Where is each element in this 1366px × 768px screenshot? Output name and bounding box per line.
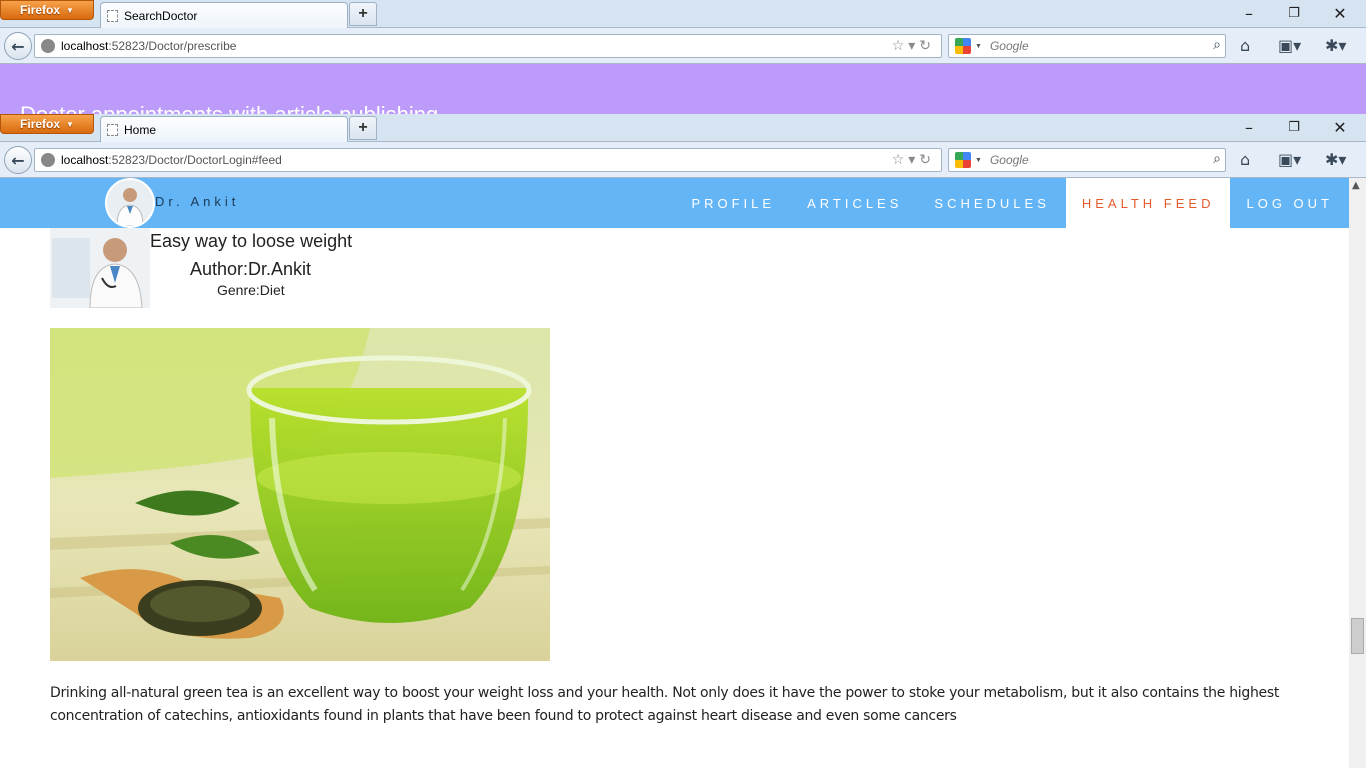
main-nav: PROFILE ARTICLES SCHEDULES HEALTH FEED L… [675,178,1349,228]
search-icon[interactable]: ⌕ [1213,151,1221,167]
scroll-up-icon[interactable]: ▲ [1352,180,1360,191]
url-path: :52823/Doctor/prescribe [108,39,237,53]
restore-icon[interactable]: ❐ [1284,120,1304,135]
nav-profile[interactable]: PROFILE [675,178,791,228]
firefox-menu-button[interactable]: Firefox ▼ [0,0,94,20]
firefox-menu-button[interactable]: Firefox ▼ [0,114,94,134]
tab-strip: Firefox ▼ SearchDoctor + – ❐ ✕ [0,0,1366,29]
bookmarks-icon[interactable]: ▣▾ [1278,150,1301,169]
arrow-left-icon: ← [11,150,25,170]
chevron-down-icon[interactable]: ▼ [975,157,982,164]
vertical-scrollbar[interactable]: ▲ [1349,178,1366,768]
search-placeholder: Google [989,153,1029,167]
nav-health-feed[interactable]: HEALTH FEED [1065,178,1231,228]
bookmark-star-icon[interactable]: ☆▾↻ [892,38,935,54]
close-icon[interactable]: ✕ [1330,4,1350,23]
google-icon [955,152,971,168]
chevron-down-icon: ▼ [66,119,74,129]
url-bar[interactable]: localhost:52823/Doctor/DoctorLogin#feed … [34,148,942,172]
article-author-thumbnail [50,228,150,308]
banner-title: Doctor appointments with article publish… [20,102,438,114]
url-bar[interactable]: localhost:52823/Doctor/prescribe ☆▾↻ [34,34,942,58]
new-tab-button[interactable]: + [349,2,377,26]
arrow-left-icon: ← [11,36,25,56]
search-placeholder: Google [989,39,1029,53]
nav-log-out[interactable]: LOG OUT [1230,178,1349,228]
home-icon[interactable]: ⌂ [1240,150,1250,169]
tab-title: SearchDoctor [124,9,198,23]
brand-name[interactable]: Dr. Ankit [155,194,239,209]
article-author: Author:Dr.Ankit [190,259,312,279]
addon-icon[interactable]: ✱▾ [1325,150,1346,169]
minimize-icon[interactable]: – [1239,118,1259,137]
tab-title: Home [124,123,157,137]
close-icon[interactable]: ✕ [1330,118,1350,137]
url-host: localhost [61,39,109,53]
back-button[interactable]: ← [4,146,32,174]
globe-icon [41,39,55,53]
tab-strip: Firefox ▼ Home + – ❐ ✕ [0,114,1366,143]
home-icon[interactable]: ⌂ [1240,36,1250,55]
browser-window-2: Firefox ▼ Home + – ❐ ✕ ← localhost:52823/… [0,114,1366,768]
new-tab-button[interactable]: + [349,116,377,140]
nav-schedules[interactable]: SCHEDULES [918,178,1065,228]
article-image-green-tea [50,328,550,661]
firefox-menu-label: Firefox [20,117,61,131]
nav-toolbar: ← localhost:52823/Doctor/prescribe ☆▾↻ ▼… [0,28,1366,64]
chevron-down-icon[interactable]: ▼ [975,43,982,50]
scrollbar-thumb[interactable] [1351,618,1364,654]
chevron-down-icon: ▼ [66,5,74,15]
url-path: :52823/Doctor/DoctorLogin#feed [108,153,282,167]
doctor-avatar [105,178,155,228]
page-banner: Doctor appointments with article publish… [0,64,1366,114]
search-bar[interactable]: ▼ Google ⌕ [948,148,1226,172]
search-bar[interactable]: ▼ Google ⌕ [948,34,1226,58]
site-header: Dr. Ankit PROFILE ARTICLES SCHEDULES HEA… [0,178,1349,228]
tab-searchdoctor[interactable]: SearchDoctor [100,2,348,29]
page-icon [107,10,118,22]
nav-toolbar: ← localhost:52823/Doctor/DoctorLogin#fee… [0,142,1366,178]
back-button[interactable]: ← [4,32,32,60]
firefox-menu-label: Firefox [20,3,61,17]
minimize-icon[interactable]: – [1239,4,1259,23]
google-icon [955,38,971,54]
article-title[interactable]: Easy way to loose weight [150,231,352,252]
globe-icon [41,153,55,167]
search-icon[interactable]: ⌕ [1213,37,1221,53]
article-body: Drinking all-natural green tea is an exc… [50,685,1280,724]
addon-icon[interactable]: ✱▾ [1325,36,1346,55]
nav-articles[interactable]: ARTICLES [791,178,918,228]
bookmark-star-icon[interactable]: ☆▾↻ [892,152,935,168]
page-icon [107,124,118,136]
bookmarks-icon[interactable]: ▣▾ [1278,36,1301,55]
restore-icon[interactable]: ❐ [1284,6,1304,21]
url-host: localhost [61,153,109,167]
article-genre: Genre:Diet [217,282,285,298]
tab-home[interactable]: Home [100,116,348,143]
